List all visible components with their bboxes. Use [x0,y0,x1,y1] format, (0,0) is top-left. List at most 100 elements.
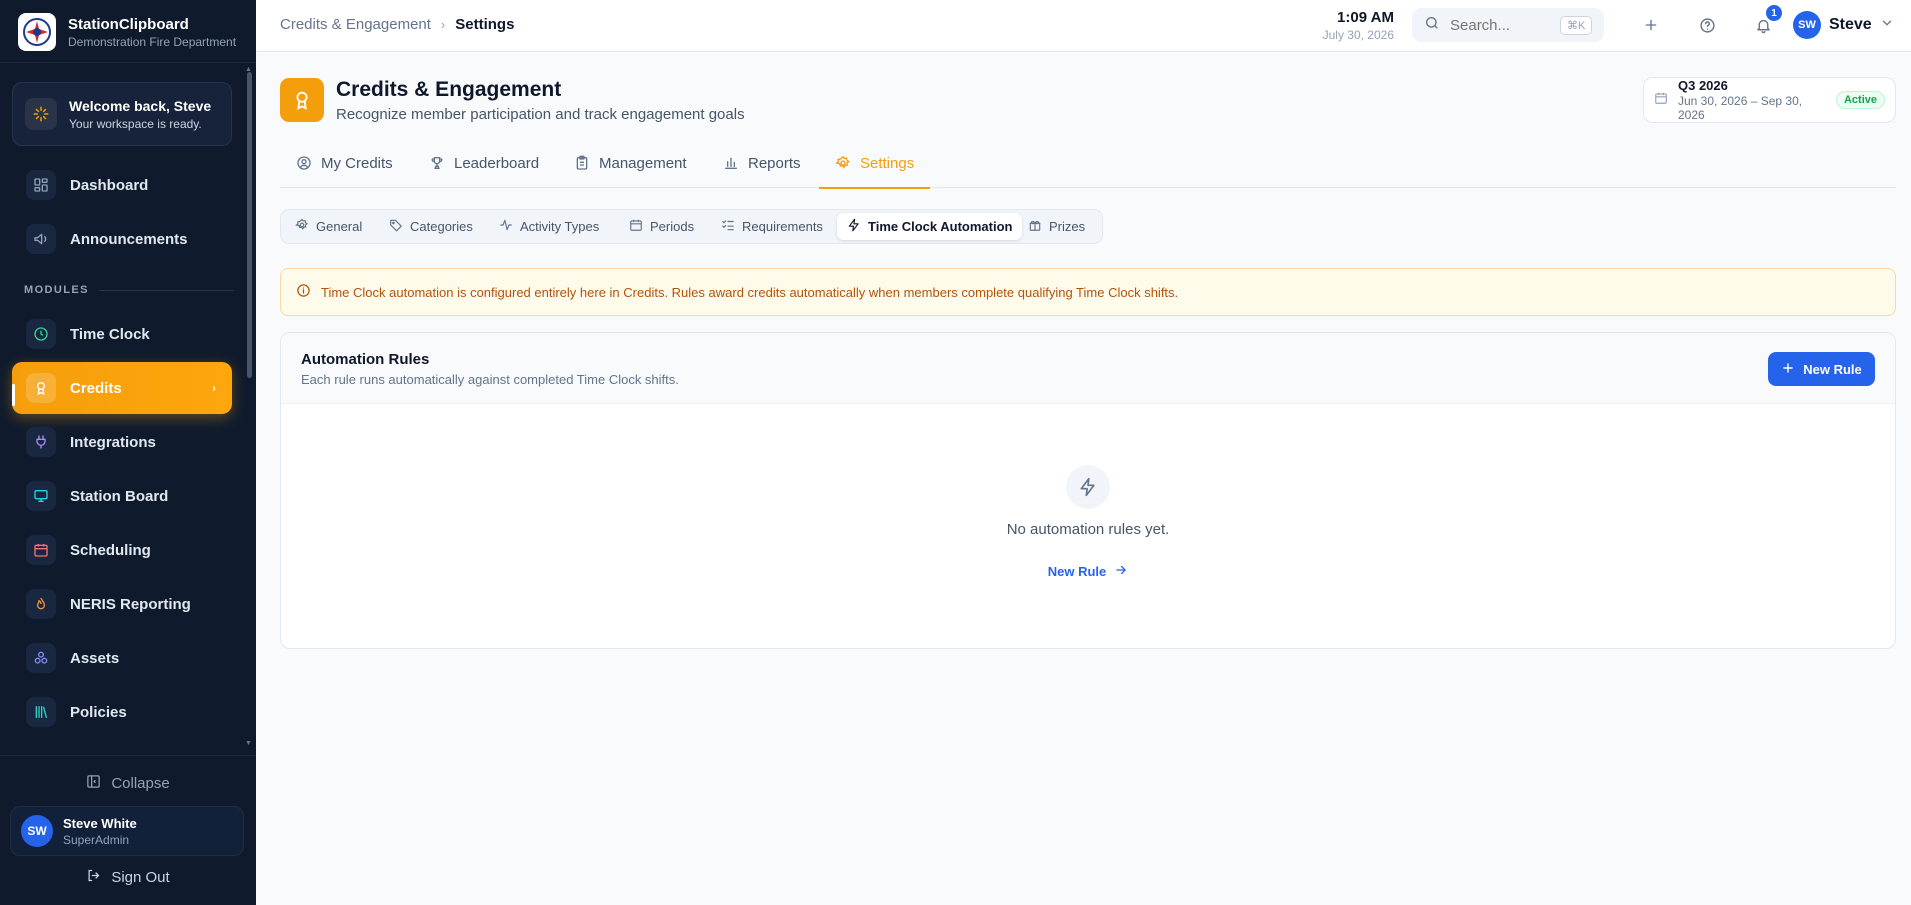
collapse-button[interactable]: Collapse [0,772,256,794]
welcome-title: Welcome back, Steve [69,97,212,114]
period-range: Jun 30, 2026 – Sep 30, 2026 [1678,94,1803,122]
tab-settings[interactable]: Settings [818,152,931,189]
sidebar-item-dashboard[interactable]: Dashboard [12,159,232,211]
sidebar-item-policies[interactable]: Policies [12,686,232,738]
notification-badge: 1 [1766,5,1782,21]
divider [0,755,256,756]
library-icon [26,697,56,727]
breadcrumb-current: Settings [455,16,515,33]
info-icon [296,283,311,301]
log-out-icon [86,868,101,887]
brand-name: StationClipboard [68,15,189,33]
sidebar-item-label: Announcements [70,230,188,248]
tab-label: Leaderboard [454,155,540,172]
search-box[interactable]: ⌘K [1412,8,1604,42]
sidebar-item-credits[interactable]: Credits › [12,362,232,414]
fire-department-logo-icon [18,13,56,51]
sidebar-item-label: Assets [70,649,120,667]
tab-label: My Credits [321,155,393,172]
breadcrumb: Credits & Engagement › Settings [280,16,514,33]
sidebar-item-neris-reporting[interactable]: NERIS Reporting [12,578,232,630]
trophy-icon [429,155,445,175]
empty-state-new-rule-link[interactable]: New Rule [281,563,1895,580]
tab-leaderboard[interactable]: Leaderboard [429,152,539,188]
tab-my-credits[interactable]: My Credits [296,152,393,188]
chevron-right-icon: › [212,381,216,395]
clock-date: July 30, 2026 [1322,28,1394,42]
subtab-prizes[interactable]: Prizes [1018,213,1095,240]
user-circle-icon [296,155,312,175]
plug-icon [26,427,56,457]
gear-icon [835,155,851,175]
avatar: SW [21,815,53,847]
sidebar-item-scheduling[interactable]: Scheduling [12,524,232,576]
subtab-time-clock-automation[interactable]: Time Clock Automation [837,213,1023,240]
sidebar-item-station-board[interactable]: Station Board [12,470,232,522]
sidebar-item-label: Credits [70,379,122,397]
subtab-activity-types[interactable]: Activity Types [489,213,609,240]
search-input[interactable] [1450,16,1550,34]
settings-subtabs: General Categories Activity Types Period… [280,209,1103,244]
tag-icon [389,218,403,235]
info-alert: Time Clock automation is configured enti… [280,268,1896,316]
sidebar-item-time-clock[interactable]: Time Clock [12,308,232,360]
chevron-down-icon [1880,16,1894,35]
subtab-label: Prizes [1049,219,1086,234]
subtab-label: Time Clock Automation [868,219,1013,234]
subtab-general[interactable]: General [285,213,372,240]
tab-label: Reports [748,155,801,172]
new-rule-button[interactable]: New Rule [1768,352,1875,386]
user-menu[interactable]: SW Steve [1793,11,1894,39]
scroll-down-arrow[interactable]: ▼ [245,740,252,747]
user-card[interactable]: SW Steve White SuperAdmin [10,806,244,856]
subtab-label: Requirements [742,219,823,234]
subtab-label: General [316,219,363,234]
plus-icon [1781,361,1795,378]
subtab-categories[interactable]: Categories [379,213,483,240]
flame-icon [26,589,56,619]
empty-state-text: No automation rules yet. [1006,521,1170,538]
period-selector[interactable]: Q3 2026 Jun 30, 2026 – Sep 30, 2026 Acti… [1643,77,1896,123]
subtab-periods[interactable]: Periods [619,213,704,240]
divider [0,62,256,63]
arrow-right-icon [1114,563,1128,580]
tab-reports[interactable]: Reports [723,152,801,188]
active-indicator [12,384,15,406]
award-icon [26,373,56,403]
breadcrumb-credits-link[interactable]: Credits & Engagement [280,16,431,33]
sparkle-icon [25,98,57,130]
help-icon[interactable] [1694,12,1720,38]
tab-management[interactable]: Management [574,152,687,188]
user-name: Steve White [63,815,137,831]
subtab-requirements[interactable]: Requirements [711,213,833,240]
page-title: Credits & Engagement [336,78,562,101]
sidebar-item-announcements[interactable]: Announcements [12,213,232,265]
gear-icon [295,218,309,235]
tab-label: Management [599,155,687,172]
sign-out-button[interactable]: Sign Out [0,866,256,888]
new-rule-link-label: New Rule [1047,564,1107,579]
plus-icon[interactable] [1638,12,1664,38]
modules-section-label: MODULES [24,284,234,296]
sidebar-item-label: Station Board [70,487,169,505]
brand[interactable]: StationClipboard Demonstration Fire Depa… [18,12,236,52]
card-title: Automation Rules [301,351,430,368]
calendar-icon [1654,91,1668,110]
sidebar-item-assets[interactable]: Assets [12,632,232,684]
search-shortcut: ⌘K [1560,15,1593,35]
main-tabs: My Credits Leaderboard Management Report… [280,152,1896,189]
card-subtitle: Each rule runs automatically against com… [301,372,679,387]
alert-text: Time Clock automation is configured enti… [321,284,1179,300]
sidebar-item-label: Policies [70,703,127,721]
zap-icon [1066,465,1110,509]
gift-icon [1028,218,1042,235]
bell-icon[interactable]: 1 [1750,5,1782,38]
welcome-card: Welcome back, Steve Your workspace is re… [12,82,232,146]
zap-icon [847,218,861,235]
sidebar-item-label: NERIS Reporting [70,595,191,613]
page-subtitle: Recognize member participation and track… [336,106,745,123]
sidebar-item-label: Scheduling [70,541,151,559]
sidebar-item-integrations[interactable]: Integrations [12,416,232,468]
sidebar-scrollbar[interactable] [247,72,252,378]
calendar-icon [26,535,56,565]
